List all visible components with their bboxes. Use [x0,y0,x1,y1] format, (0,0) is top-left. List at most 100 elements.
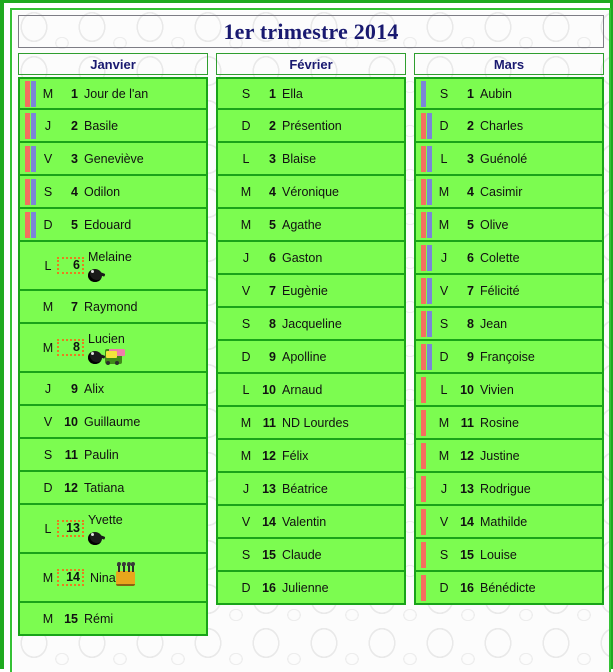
day-number[interactable]: 4 [59,185,78,199]
day-row[interactable]: V 14 Valentin [218,506,404,539]
day-row[interactable]: M 11 Rosine [416,407,602,440]
day-row[interactable]: J 6 Gaston [218,242,404,275]
day-row[interactable]: J 2 Basile [20,110,206,143]
day-number[interactable]: 10 [59,415,78,429]
day-row[interactable]: D 16 Bénédicte [416,572,602,605]
day-row[interactable]: V 10 Guillaume [20,406,206,439]
blue-marker-bar [31,112,36,139]
day-row[interactable]: V 7 Félicité [416,275,602,308]
day-row[interactable]: M 4 Véronique [218,176,404,209]
day-icons [88,265,132,282]
day-row[interactable]: J 13 Béatrice [218,473,404,506]
day-number[interactable]: 12 [59,481,78,495]
day-number[interactable]: 4 [455,185,474,199]
day-row[interactable]: S 8 Jacqueline [218,308,404,341]
day-number[interactable]: 3 [59,152,78,166]
day-number[interactable]: 7 [257,284,276,298]
day-number[interactable]: 6 [257,251,276,265]
day-number[interactable]: 10 [257,383,276,397]
day-row[interactable]: M 8 Lucien [20,324,206,373]
day-row[interactable]: D 2 Présention [218,110,404,143]
day-number[interactable]: 1 [455,87,474,101]
day-number[interactable]: 5 [59,218,78,232]
day-number[interactable]: 5 [257,218,276,232]
day-number[interactable]: 12 [455,449,474,463]
day-number[interactable]: 2 [59,119,78,133]
day-number[interactable]: 13 [455,482,474,496]
day-row[interactable]: S 15 Claude [218,539,404,572]
day-number[interactable]: 15 [59,612,78,626]
day-number[interactable]: 16 [455,581,474,595]
day-row[interactable]: M 14 Nina [20,554,206,603]
day-number-marked[interactable]: 8 [57,339,84,356]
day-row[interactable]: S 15 Louise [416,539,602,572]
day-row[interactable]: L 6 Melaine [20,242,206,291]
day-row[interactable]: L 13 Yvette [20,505,206,554]
day-number[interactable]: 7 [455,284,474,298]
day-row[interactable]: M 5 Olive [416,209,602,242]
day-row[interactable]: M 1 Jour de l'an [20,77,206,110]
day-row[interactable]: S 4 Odilon [20,176,206,209]
day-row[interactable]: J 6 Colette [416,242,602,275]
day-number[interactable]: 7 [59,300,78,314]
day-number[interactable]: 11 [257,416,276,430]
day-number-marked[interactable]: 14 [57,569,84,586]
day-number[interactable]: 4 [257,185,276,199]
flower-cart-icon [105,348,122,365]
day-row[interactable]: D 2 Charles [416,110,602,143]
day-row[interactable]: M 15 Rémi [20,603,206,636]
day-row[interactable]: L 3 Guénolé [416,143,602,176]
day-number[interactable]: 14 [257,515,276,529]
day-number[interactable]: 3 [257,152,276,166]
day-number[interactable]: 16 [257,581,276,595]
day-number[interactable]: 9 [257,350,276,364]
day-row[interactable]: M 5 Agathe [218,209,404,242]
day-number[interactable]: 3 [455,152,474,166]
day-row[interactable]: V 14 Mathilde [416,506,602,539]
day-row[interactable]: J 9 Alix [20,373,206,406]
day-row[interactable]: L 10 Vivien [416,374,602,407]
day-number[interactable]: 12 [257,449,276,463]
day-number-marked[interactable]: 13 [57,520,84,537]
day-row[interactable]: D 9 Françoise [416,341,602,374]
day-row[interactable]: D 5 Edouard [20,209,206,242]
red-marker-bar [421,541,426,568]
day-number[interactable]: 1 [59,87,78,101]
day-row[interactable]: J 13 Rodrigue [416,473,602,506]
day-row[interactable]: S 1 Aubin [416,77,602,110]
day-number[interactable]: 5 [455,218,474,232]
day-number[interactable]: 13 [257,482,276,496]
day-number[interactable]: 9 [455,350,474,364]
day-number[interactable]: 1 [257,87,276,101]
day-row[interactable]: L 10 Arnaud [218,374,404,407]
day-number[interactable]: 11 [455,416,474,430]
day-row[interactable]: M 4 Casimir [416,176,602,209]
day-row[interactable]: L 3 Blaise [218,143,404,176]
day-row[interactable]: D 9 Apolline [218,341,404,374]
day-number[interactable]: 2 [455,119,474,133]
day-row[interactable]: D 16 Julienne [218,572,404,605]
day-row[interactable]: V 7 Eugènie [218,275,404,308]
day-row[interactable]: S 1 Ella [218,77,404,110]
day-number[interactable]: 14 [455,515,474,529]
day-number[interactable]: 8 [455,317,474,331]
day-color-bars [416,440,436,471]
day-number[interactable]: 10 [455,383,474,397]
day-row[interactable]: M 7 Raymond [20,291,206,324]
day-row[interactable]: M 11 ND Lourdes [218,407,404,440]
day-number-marked[interactable]: 6 [57,257,84,274]
day-row[interactable]: M 12 Justine [416,440,602,473]
day-number[interactable]: 15 [455,548,474,562]
day-row[interactable]: M 12 Félix [218,440,404,473]
day-number[interactable]: 9 [59,382,78,396]
day-number[interactable]: 8 [257,317,276,331]
day-number[interactable]: 2 [257,119,276,133]
day-row[interactable]: V 3 Geneviève [20,143,206,176]
day-number[interactable]: 6 [455,251,474,265]
day-number[interactable]: 15 [257,548,276,562]
day-row[interactable]: D 12 Tatiana [20,472,206,505]
day-number[interactable]: 11 [59,448,78,462]
day-row[interactable]: S 8 Jean [416,308,602,341]
day-row[interactable]: S 11 Paulin [20,439,206,472]
day-color-bars [20,406,40,437]
